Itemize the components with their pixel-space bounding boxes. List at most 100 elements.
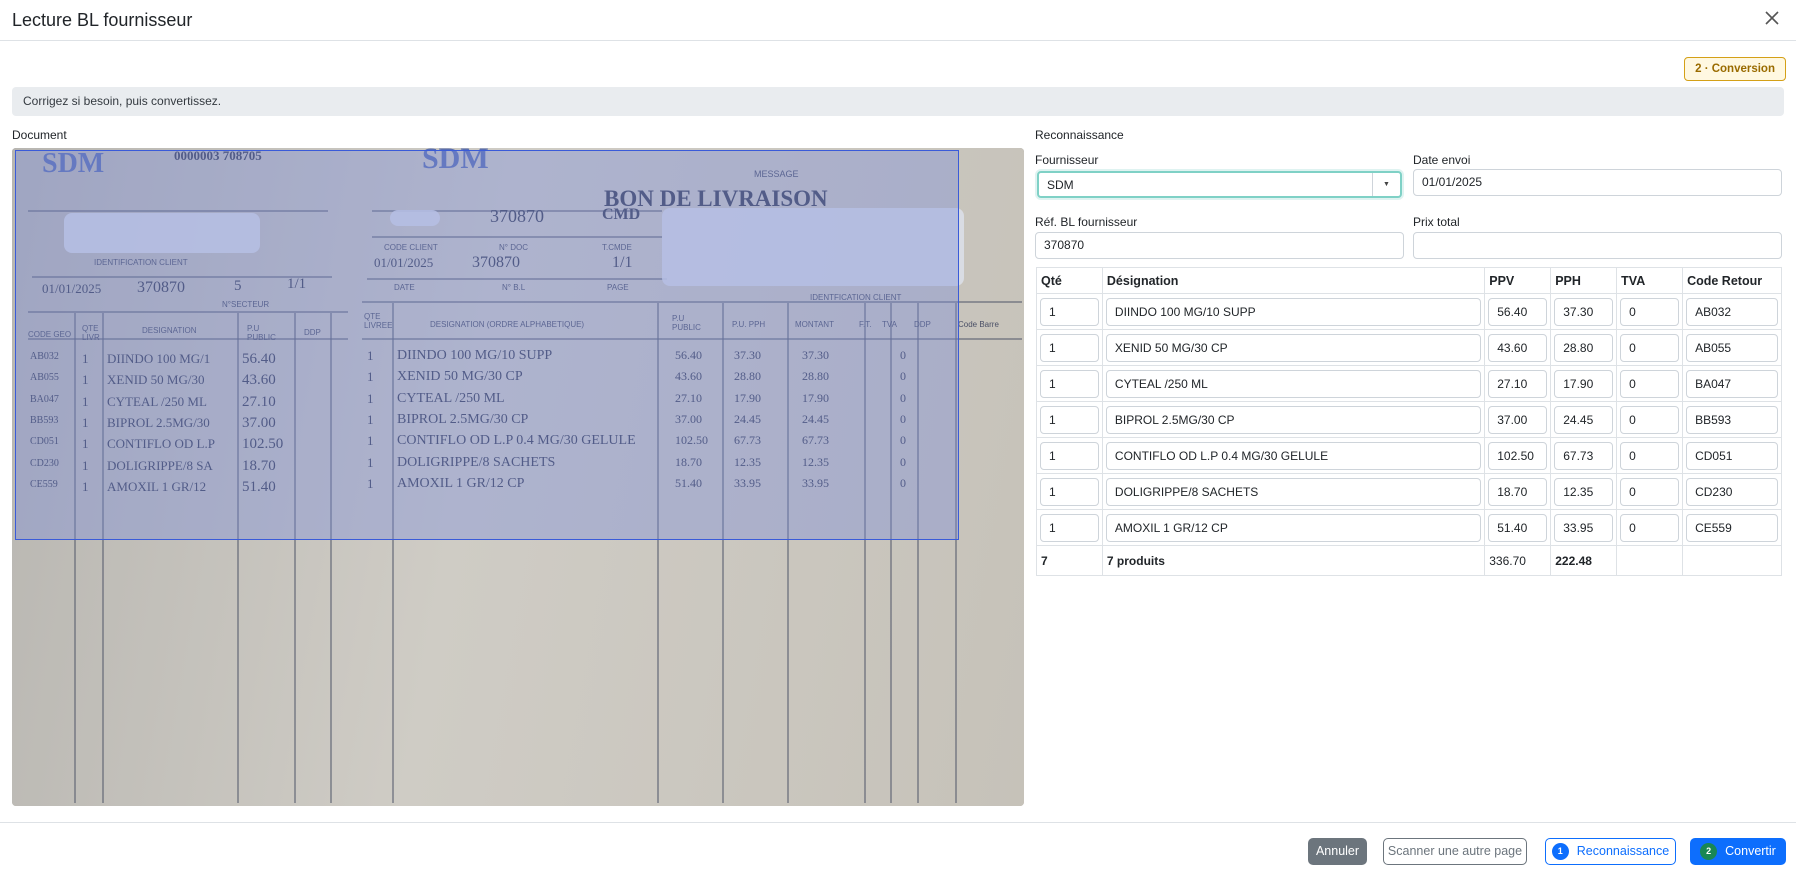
table-cell: CYTEAL /250 ML [1101,365,1486,402]
table-row: 1 DIINDO 100 MG/10 SUPP 56.40 37.30 0 AB032 [1036,293,1782,330]
pph-input[interactable]: 33.95 [1554,513,1614,542]
table-cell: CD230 [1682,473,1782,510]
reconnaissance-button[interactable]: 1 Reconnaissance [1545,838,1676,865]
total-pph: 222.48 [1550,545,1618,576]
pph-input[interactable]: 17.90 [1554,369,1614,398]
qte-input[interactable]: 1 [1040,297,1099,326]
convert-button[interactable]: 2 Convertir [1690,838,1786,865]
col-designation: Désignation [1101,267,1486,294]
document-section-label: Document [12,128,67,142]
qte-input[interactable]: 1 [1040,513,1099,542]
date-input[interactable]: 01/01/2025 [1413,169,1782,196]
pph-input[interactable]: 12.35 [1554,477,1614,506]
step-number-badge: 1 [1551,843,1569,860]
tva-input[interactable]: 0 [1620,477,1680,506]
pph-input[interactable]: 67.73 [1554,441,1614,470]
qte-input[interactable]: 1 [1040,369,1099,398]
tva-input[interactable]: 0 [1620,513,1680,542]
table-cell: 37.00 [1484,401,1552,438]
ppv-input[interactable]: 56.40 [1488,297,1548,326]
table-cell: 1 [1036,329,1103,366]
pph-input[interactable]: 24.45 [1554,405,1614,434]
doc-hdr-r-code-barre: Code Barre [958,320,999,329]
chevron-down-icon[interactable]: ▼ [1372,173,1400,196]
table-cell: 102.50 [1484,437,1552,474]
table-cell: 0 [1616,293,1684,330]
table-cell: 1 [1036,437,1103,474]
designation-input[interactable]: AMOXIL 1 GR/12 CP [1105,513,1482,542]
designation-input[interactable]: DIINDO 100 MG/10 SUPP [1105,297,1482,326]
table-row: 1 DOLIGRIPPE/8 SACHETS 18.70 12.35 0 CD230 [1036,473,1782,510]
table-cell: 43.60 [1484,329,1552,366]
table-cell: 17.90 [1550,365,1618,402]
code-retour-input[interactable]: BA047 [1686,369,1778,398]
code-retour-input[interactable]: AB032 [1686,297,1778,326]
table-cell: AB055 [1682,329,1782,366]
total-tva [1616,545,1684,576]
step-badge: 2 · Conversion [1684,57,1786,81]
ref-input[interactable]: 370870 [1035,232,1404,259]
table-cell: CONTIFLO OD L.P 0.4 MG/30 GELULE [1101,437,1486,474]
close-icon[interactable] [1762,8,1782,28]
table-row: 1 CYTEAL /250 ML 27.10 17.90 0 BA047 [1036,365,1782,402]
table-cell: 0 [1616,473,1684,510]
table-cell: 12.35 [1550,473,1618,510]
recognition-overlay[interactable] [15,150,959,540]
table-row: 1 AMOXIL 1 GR/12 CP 51.40 33.95 0 CE559 [1036,509,1782,546]
table-cell: DOLIGRIPPE/8 SACHETS [1101,473,1486,510]
pph-input[interactable]: 37.30 [1554,297,1614,326]
tva-input[interactable]: 0 [1620,405,1680,434]
qte-input[interactable]: 1 [1040,405,1099,434]
modal-title: Lecture BL fournisseur [12,10,193,30]
table-row: 1 XENID 50 MG/30 CP 43.60 28.80 0 AB055 [1036,329,1782,366]
pph-input[interactable]: 28.80 [1554,333,1614,362]
prix-input[interactable] [1413,232,1782,259]
info-alert: Corrigez si besoin, puis convertissez. [12,87,1784,116]
tva-input[interactable]: 0 [1620,441,1680,470]
designation-input[interactable]: CYTEAL /250 ML [1105,369,1482,398]
code-retour-input[interactable]: BB593 [1686,405,1778,434]
cancel-button[interactable]: Annuler [1308,838,1367,865]
convert-button-label: Convertir [1725,844,1776,858]
table-cell: CE559 [1682,509,1782,546]
qte-input[interactable]: 1 [1040,333,1099,362]
prix-label: Prix total [1413,215,1460,229]
code-retour-input[interactable]: CD230 [1686,477,1778,506]
ppv-input[interactable]: 43.60 [1488,333,1548,362]
table-cell: DIINDO 100 MG/10 SUPP [1101,293,1486,330]
tva-input[interactable]: 0 [1620,369,1680,398]
table-cell: 28.80 [1550,329,1618,366]
designation-input[interactable]: DOLIGRIPPE/8 SACHETS [1105,477,1482,506]
scan-another-page-button[interactable]: Scanner une autre page [1383,838,1527,865]
ppv-input[interactable]: 51.40 [1488,513,1548,542]
total-qte: 7 [1036,545,1103,576]
table-cell: XENID 50 MG/30 CP [1101,329,1486,366]
table-header-row: Qté Désignation PPV PPH TVA Code Retour [1036,267,1782,294]
tva-input[interactable]: 0 [1620,297,1680,326]
table-cell: CD051 [1682,437,1782,474]
total-designation: 7 produits [1101,545,1486,576]
ppv-input[interactable]: 27.10 [1488,369,1548,398]
designation-input[interactable]: BIPROL 2.5MG/30 CP [1105,405,1482,434]
designation-input[interactable]: CONTIFLO OD L.P 0.4 MG/30 GELULE [1105,441,1482,470]
ppv-input[interactable]: 37.00 [1488,405,1548,434]
ppv-input[interactable]: 102.50 [1488,441,1548,470]
table-cell: 1 [1036,293,1103,330]
table-cell: 27.10 [1484,365,1552,402]
tva-input[interactable]: 0 [1620,333,1680,362]
table-total-row: 77 produits 336.70 222.48 [1036,545,1782,576]
code-retour-input[interactable]: CD051 [1686,441,1778,470]
designation-input[interactable]: XENID 50 MG/30 CP [1105,333,1482,362]
code-retour-input[interactable]: CE559 [1686,513,1778,542]
reconnaissance-section-label: Reconnaissance [1035,128,1124,142]
col-code-retour: Code Retour [1682,267,1782,294]
code-retour-input[interactable]: AB055 [1686,333,1778,362]
fournisseur-select[interactable]: SDM ▼ [1037,171,1402,198]
ppv-input[interactable]: 18.70 [1488,477,1548,506]
table-cell: 0 [1616,365,1684,402]
table-row: 1 BIPROL 2.5MG/30 CP 37.00 24.45 0 BB593 [1036,401,1782,438]
table-cell: 24.45 [1550,401,1618,438]
step-number-badge: 2 [1700,843,1718,860]
qte-input[interactable]: 1 [1040,441,1099,470]
qte-input[interactable]: 1 [1040,477,1099,506]
